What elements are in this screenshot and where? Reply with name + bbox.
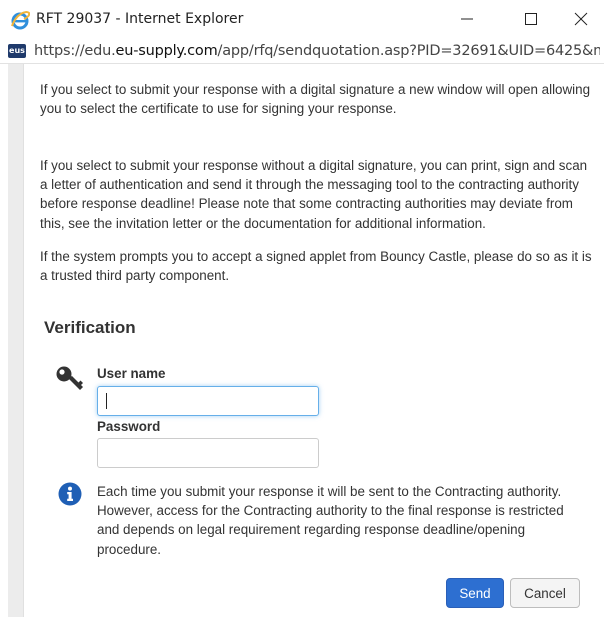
username-input[interactable]: [97, 386, 319, 416]
window-titlebar: RFT 29037 - Internet Explorer: [0, 0, 604, 38]
password-input[interactable]: [97, 438, 319, 468]
close-icon: [574, 12, 588, 26]
maximize-button[interactable]: [508, 4, 554, 34]
password-label: Password: [97, 419, 161, 434]
text-cursor: [106, 393, 107, 409]
minimize-button[interactable]: [444, 4, 490, 34]
url-path: /app/rfq/sendquotation.asp?PID=32691&UID…: [217, 43, 600, 59]
url-text[interactable]: https://edu.eu-supply.com/app/rfq/sendqu…: [34, 43, 600, 59]
site-favicon-icon: eus: [8, 44, 26, 58]
window-title: RFT 29037 - Internet Explorer: [36, 11, 244, 27]
no-signature-info-paragraph: If you select to submit your response wi…: [40, 158, 588, 231]
minimize-icon: [461, 18, 473, 20]
username-label: User name: [97, 366, 166, 381]
info-icon: [58, 482, 82, 506]
url-domain: eu-supply.com: [115, 43, 218, 59]
internet-explorer-icon: [11, 11, 30, 30]
address-bar[interactable]: eus https://edu.eu-supply.com/app/rfq/se…: [0, 38, 604, 64]
submission-info-text: Each time you submit your response it wi…: [97, 484, 564, 557]
close-button[interactable]: [558, 4, 604, 34]
send-button[interactable]: Send: [446, 578, 504, 608]
key-icon: [56, 366, 83, 390]
left-scroll-rail: [8, 64, 24, 617]
maximize-icon: [525, 13, 537, 25]
signature-info-paragraph: If you select to submit your response wi…: [40, 82, 591, 117]
cancel-button[interactable]: Cancel: [510, 578, 580, 608]
verification-heading: Verification: [44, 318, 136, 337]
url-prefix: https://edu.: [34, 43, 116, 59]
applet-info-paragraph: If the system prompts you to accept a si…: [40, 249, 592, 284]
